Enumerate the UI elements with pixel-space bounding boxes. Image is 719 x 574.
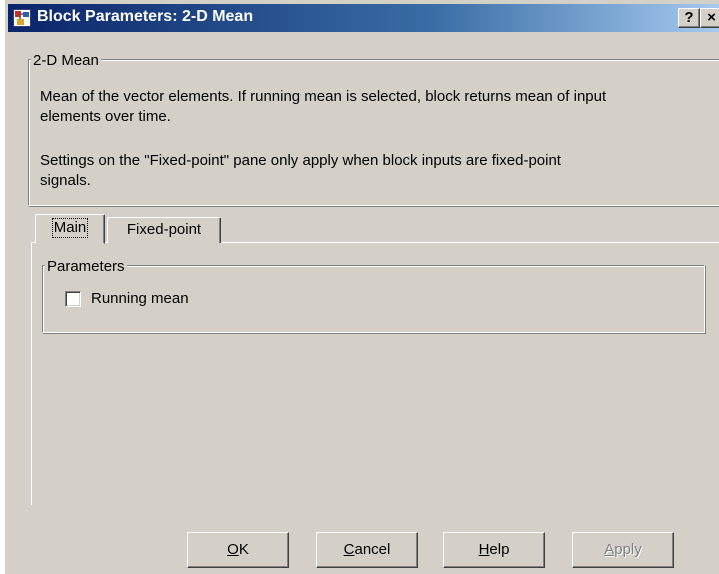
running-mean-checkbox[interactable] bbox=[65, 291, 81, 307]
ok-label-rest: K bbox=[238, 541, 249, 558]
help-question-button[interactable]: ? bbox=[678, 8, 700, 28]
description-line-2: elements over time. bbox=[40, 108, 171, 125]
tab-main-label: Main bbox=[51, 218, 89, 238]
help-button[interactable]: Help bbox=[443, 532, 545, 568]
apply-button[interactable]: Apply bbox=[572, 532, 674, 568]
ok-button[interactable]: OK bbox=[187, 532, 289, 568]
description-paragraph-1: Mean of the vector elements. If running … bbox=[40, 87, 719, 127]
running-mean-label[interactable]: Running mean bbox=[91, 289, 189, 309]
ok-mnemonic: O bbox=[227, 541, 239, 558]
apply-mnemonic: A bbox=[604, 541, 615, 558]
tab-fixed-point-label: Fixed-point bbox=[126, 221, 202, 238]
cancel-mnemonic: C bbox=[343, 541, 355, 558]
tab-fixed-point[interactable]: Fixed-point bbox=[107, 217, 221, 243]
window-title: Block Parameters: 2-D Mean bbox=[37, 8, 254, 25]
help-mnemonic: H bbox=[478, 541, 490, 558]
close-button[interactable]: × bbox=[700, 8, 719, 28]
title-bar[interactable]: Block Parameters: 2-D Mean ? × bbox=[8, 4, 719, 32]
description-line-1: Mean of the vector elements. If running … bbox=[40, 88, 607, 105]
apply-label-rest: pply bbox=[614, 541, 642, 558]
block-parameters-dialog: Block Parameters: 2-D Mean ? × 2-D Mean … bbox=[4, 0, 719, 574]
tab-main[interactable]: Main bbox=[35, 214, 105, 244]
parameters-group-label: Parameters bbox=[45, 258, 127, 276]
description-line-4: signals. bbox=[40, 172, 91, 189]
description-paragraph-2: Settings on the "Fixed-point" pane only … bbox=[40, 151, 719, 191]
help-label-rest: elp bbox=[489, 541, 510, 558]
cancel-label-rest: ancel bbox=[354, 541, 391, 558]
cancel-button[interactable]: Cancel bbox=[316, 532, 418, 568]
simulink-block-icon[interactable] bbox=[13, 9, 31, 27]
description-line-3: Settings on the "Fixed-point" pane only … bbox=[40, 152, 561, 169]
description-group-label: 2-D Mean bbox=[31, 52, 101, 70]
